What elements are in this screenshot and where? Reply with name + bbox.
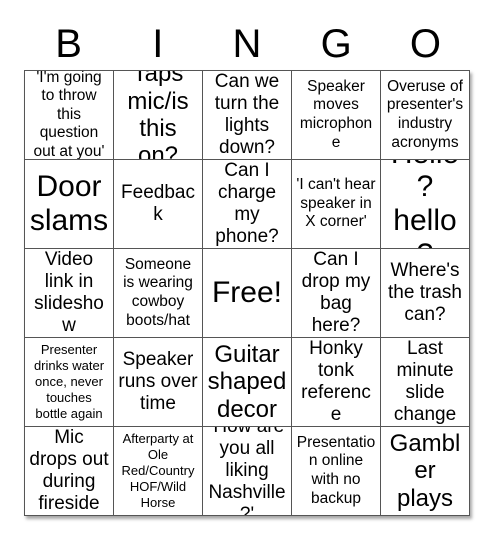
bingo-cell-label: Hello? hello? [391, 160, 459, 248]
bingo-cell-r2c3[interactable]: Can I charge my phone? [203, 160, 292, 249]
bingo-header-letter-b: B [55, 22, 82, 66]
bingo-cell-r2c5[interactable]: Hello? hello? [381, 160, 470, 249]
bingo-cell-label: Someone is wearing cowboy boots/hat [123, 255, 193, 329]
bingo-cell-label: Afterparty at Ole Red/Country HOF/Wild H… [121, 431, 195, 510]
bingo-cell-r5c3[interactable]: 'How are you all liking Nashville?' [203, 427, 292, 516]
bingo-cell-r3c5[interactable]: Where's the trash can? [381, 249, 470, 338]
bingo-cell-label: Speaker moves microphone [299, 77, 373, 151]
bingo-cell-label: Presenter drinks water once, never touch… [33, 342, 105, 421]
bingo-cell-label: Honky tonk reference [301, 338, 371, 426]
bingo-cell-label: Video link in slideshow [34, 249, 104, 337]
bingo-cell-label: Can I drop my bag here? [301, 249, 371, 337]
bingo-header-row: B I N G O [24, 18, 470, 70]
bingo-header-letter-g: G [320, 22, 352, 66]
bingo-header-letter-i: I [152, 22, 164, 66]
bingo-cell-label: Door slams [29, 170, 109, 237]
bingo-cell-label: 'I'm going to throw this question out at… [33, 71, 105, 160]
bingo-cell-label: Presentation online with no backup [296, 433, 376, 507]
bingo-cell-label: Where's the trash can? [388, 259, 462, 326]
bingo-header-letter-o: O [409, 22, 441, 66]
bingo-cell-r4c5[interactable]: Last minute slide change [381, 338, 470, 427]
bingo-cell-free-space[interactable]: Free! [203, 249, 292, 338]
bingo-header-letter-n: N [232, 22, 262, 66]
bingo-cell-r5c5[interactable]: Gambler plays [381, 427, 470, 516]
bingo-cell-label: Free! [211, 276, 283, 310]
bingo-cell-label: Mic drops out during fireside [29, 427, 109, 515]
bingo-cell-label: 'I can't hear speaker in X corner' [296, 176, 376, 231]
bingo-cell-label: Can we turn the lights down? [214, 71, 280, 159]
bingo-cell-r3c2[interactable]: Someone is wearing cowboy boots/hat [114, 249, 203, 338]
bingo-cell-r4c4[interactable]: Honky tonk reference [292, 338, 381, 427]
bingo-cell-r4c1[interactable]: Presenter drinks water once, never touch… [25, 338, 114, 427]
bingo-cell-label: Last minute slide change [393, 338, 457, 426]
bingo-cell-label: Overuse of presenter's industry acronyms [386, 77, 464, 151]
bingo-cell-r1c4[interactable]: Speaker moves microphone [292, 71, 381, 160]
bingo-cell-r3c4[interactable]: Can I drop my bag here? [292, 249, 381, 338]
bingo-cell-r2c4[interactable]: 'I can't hear speaker in X corner' [292, 160, 381, 249]
bingo-cell-r1c3[interactable]: Can we turn the lights down? [203, 71, 292, 160]
bingo-cell-r2c2[interactable]: Feedback [114, 160, 203, 249]
bingo-cell-label: Feedback [121, 181, 195, 225]
bingo-grid: 'I'm going to throw this question out at… [24, 70, 470, 516]
bingo-cell-r5c2[interactable]: Afterparty at Ole Red/Country HOF/Wild H… [114, 427, 203, 516]
bingo-cell-label: Speaker runs over time [118, 348, 198, 415]
bingo-cell-r5c4[interactable]: Presentation online with no backup [292, 427, 381, 516]
bingo-cell-r1c1[interactable]: 'I'm going to throw this question out at… [25, 71, 114, 160]
bingo-cell-label: Can I charge my phone? [215, 160, 279, 248]
bingo-cell-label: 'How are you all liking Nashville?' [208, 427, 286, 516]
bingo-card: B I N G O 'I'm going to throw this quest… [0, 0, 500, 544]
bingo-cell-r5c1[interactable]: Mic drops out during fireside [25, 427, 114, 516]
bingo-cell-r4c3[interactable]: Guitar shaped decor [203, 338, 292, 427]
bingo-cell-label: Gambler plays [389, 429, 461, 512]
bingo-cell-r2c1[interactable]: Door slams [25, 160, 114, 249]
bingo-cell-r3c1[interactable]: Video link in slideshow [25, 249, 114, 338]
bingo-cell-r1c5[interactable]: Overuse of presenter's industry acronyms [381, 71, 470, 160]
bingo-cell-label: Guitar shaped decor [207, 340, 287, 423]
bingo-cell-r4c2[interactable]: Speaker runs over time [114, 338, 203, 427]
bingo-cell-r1c2[interactable]: Taps mic/is this on? [114, 71, 203, 160]
bingo-cell-label: Taps mic/is this on? [127, 71, 189, 160]
